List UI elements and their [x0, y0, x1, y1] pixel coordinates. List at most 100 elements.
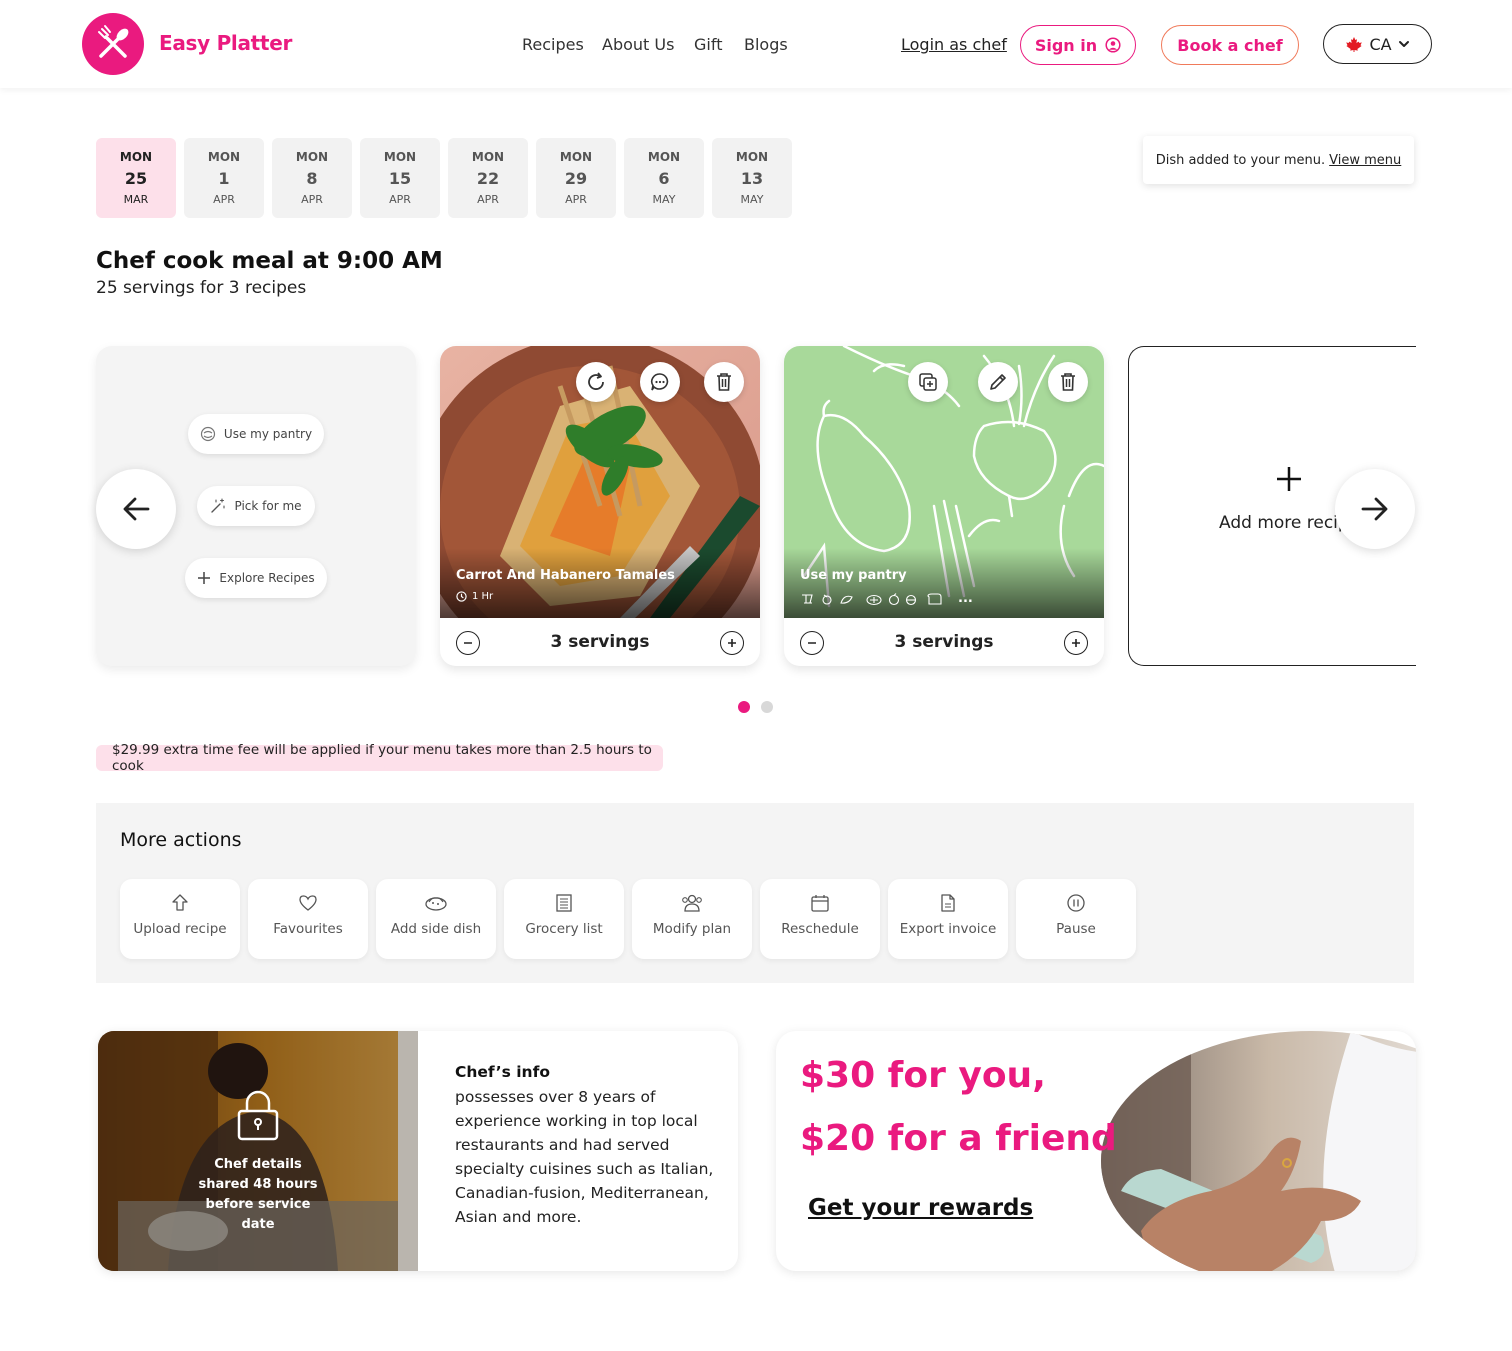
recipe-time: 1 Hr	[472, 591, 494, 602]
more-actions-title: More actions	[120, 829, 242, 851]
delete-recipe-button[interactable]	[704, 362, 744, 402]
date-weekday: MON	[207, 150, 241, 164]
referral-rewards-card[interactable]: $30 for you, $20 for a friend Get your r…	[776, 1031, 1416, 1271]
chef-info-title: Chef’s info	[455, 1063, 550, 1081]
document-icon	[941, 894, 955, 912]
action-label: Favourites	[273, 921, 343, 937]
date-month: APR	[389, 193, 411, 206]
date-tab[interactable]: MON 8 APR	[272, 138, 352, 218]
servings-count: 3 servings	[894, 632, 994, 652]
date-tab[interactable]: MON 22 APR	[448, 138, 528, 218]
arrow-left-icon	[123, 497, 150, 521]
date-weekday: MON	[471, 150, 505, 164]
book-a-chef-button[interactable]: Book a chef	[1161, 25, 1299, 65]
edit-button[interactable]	[978, 362, 1018, 402]
chat-bubble-icon	[650, 373, 669, 391]
logo[interactable]	[82, 13, 144, 75]
date-day: 1	[218, 169, 230, 188]
date-tab[interactable]: MON 13 MAY	[712, 138, 792, 218]
meal-subtitle: 25 servings for 3 recipes	[96, 278, 307, 298]
chef-photo-blurred: Chef details shared 48 hours before serv…	[98, 1031, 418, 1271]
chevron-down-icon	[1398, 41, 1409, 47]
reschedule-button[interactable]: Reschedule	[760, 879, 880, 959]
comment-button[interactable]	[640, 362, 680, 402]
date-weekday: MON	[295, 150, 329, 164]
chef-info-card: Chef details shared 48 hours before serv…	[98, 1031, 738, 1271]
brand-name[interactable]: Easy Platter	[159, 31, 292, 55]
heart-icon	[299, 895, 317, 911]
date-tab[interactable]: MON 15 APR	[360, 138, 440, 218]
lock-icon	[237, 1090, 279, 1141]
users-icon	[682, 894, 702, 912]
carousel-prev-button[interactable]	[96, 469, 176, 549]
date-day: 25	[124, 169, 148, 188]
chip-label: Explore Recipes	[219, 571, 315, 585]
calendar-icon	[811, 895, 829, 912]
pencil-icon	[990, 374, 1006, 390]
decrease-servings-button[interactable]	[456, 631, 480, 655]
date-month: MAY	[652, 193, 676, 206]
get-rewards-link[interactable]: Get your rewards	[808, 1195, 1033, 1221]
delete-recipe-button[interactable]	[1048, 362, 1088, 402]
more-actions-panel: More actions Upload recipe Favourites Ad…	[96, 803, 1414, 983]
action-label: Add side dish	[390, 921, 482, 937]
date-tab[interactable]: MON 1 APR	[184, 138, 264, 218]
date-weekday: MON	[735, 150, 769, 164]
recipe-title: Carrot And Habanero Tamales	[456, 568, 675, 583]
use-my-pantry-chip[interactable]: Use my pantry	[188, 414, 324, 454]
nav-gift[interactable]: Gift	[694, 35, 722, 54]
decrease-servings-button[interactable]	[800, 631, 824, 655]
pantry-icon	[200, 426, 216, 442]
nav-about-us[interactable]: About Us	[602, 35, 674, 54]
locked-message: Chef details shared 48 hours before serv…	[198, 1157, 318, 1232]
clock-icon	[456, 591, 467, 602]
carousel-dot[interactable]	[761, 701, 773, 713]
explore-recipes-chip[interactable]: Explore Recipes	[185, 558, 327, 598]
action-label: Grocery list	[525, 921, 603, 937]
plus-icon	[198, 572, 211, 584]
toast-text: Dish added to your menu.	[1155, 152, 1326, 168]
nav-blogs[interactable]: Blogs	[744, 35, 788, 54]
date-day: 6	[658, 169, 670, 188]
pick-for-me-chip[interactable]: Pick for me	[197, 486, 315, 526]
sign-in-button[interactable]: Sign in	[1020, 25, 1136, 65]
site-header: Easy Platter Recipes About Us Gift Blogs…	[0, 0, 1512, 88]
increase-servings-button[interactable]	[720, 631, 744, 655]
carousel-dot-active[interactable]	[738, 701, 750, 713]
export-invoice-button[interactable]: Export invoice	[888, 879, 1008, 959]
view-menu-link[interactable]: View menu	[1329, 153, 1401, 168]
login-as-chef-link[interactable]: Login as chef	[901, 35, 1007, 54]
recipe-duration: 1 Hr	[456, 591, 493, 602]
carousel-next-button[interactable]	[1335, 469, 1415, 549]
country-selector[interactable]: CA	[1323, 24, 1432, 64]
date-weekday: MON	[119, 150, 153, 164]
maple-leaf-icon	[1346, 37, 1363, 52]
chef-info-body: possesses over 8 years of experience wor…	[455, 1088, 714, 1226]
duplicate-button[interactable]	[908, 362, 948, 402]
date-tab[interactable]: MON 6 MAY	[624, 138, 704, 218]
chef-kitchen-photo	[98, 1031, 418, 1271]
more-ingredients: ...	[958, 591, 973, 606]
add-side-dish-button[interactable]: Add side dish	[376, 879, 496, 959]
date-tab[interactable]: MON 25 MAR	[96, 138, 176, 218]
recipe-card[interactable]: Use my pantry ... 3 servings	[784, 346, 1104, 666]
plus-icon	[1072, 639, 1080, 647]
date-day: 29	[564, 169, 588, 188]
grocery-list-button[interactable]: Grocery list	[504, 879, 624, 959]
toast-notification: Dish added to your menu. View menu	[1143, 136, 1414, 184]
date-month: APR	[301, 193, 323, 206]
recipe-card[interactable]: Carrot And Habanero Tamales 1 Hr 3 servi…	[440, 346, 760, 666]
phone-hand-photo	[1101, 1031, 1416, 1271]
favourites-button[interactable]: Favourites	[248, 879, 368, 959]
nav-recipes[interactable]: Recipes	[522, 35, 584, 54]
upload-icon	[172, 894, 188, 911]
servings-control: 3 servings	[440, 618, 760, 666]
modify-plan-button[interactable]: Modify plan	[632, 879, 752, 959]
upload-recipe-button[interactable]: Upload recipe	[120, 879, 240, 959]
date-month: APR	[477, 193, 499, 206]
increase-servings-button[interactable]	[1064, 631, 1088, 655]
date-tab[interactable]: MON 29 APR	[536, 138, 616, 218]
pause-button[interactable]: Pause	[1016, 879, 1136, 959]
swap-recipe-button[interactable]	[576, 362, 616, 402]
country-code: CA	[1369, 34, 1392, 54]
